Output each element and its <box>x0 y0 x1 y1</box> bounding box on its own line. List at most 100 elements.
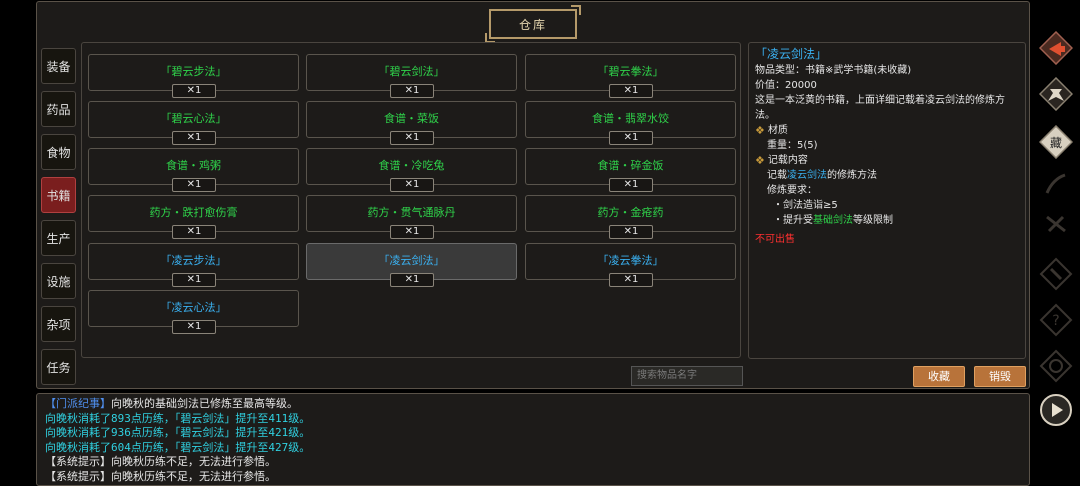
item-card[interactable]: 药方・跌打愈伤膏 ✕1 <box>88 195 299 239</box>
help-icon[interactable]: ? <box>1038 302 1074 338</box>
sect-icon[interactable] <box>1038 76 1074 112</box>
log-text: 向晚秋消耗了893点历练，「碧云剑法」提升至411级。 <box>45 411 311 425</box>
item-card[interactable]: 「凌云步法」 ✕1 <box>88 243 299 287</box>
item-count-badge: ✕1 <box>172 178 216 192</box>
material-section-header: ❖ 材质 <box>755 123 1019 138</box>
item-count-badge: ✕1 <box>390 225 434 239</box>
content-heading: 记载内容 <box>767 155 808 166</box>
item-detail-panel: 「凌云剑法」 物品类型：书籍※武学书籍(未收藏) 价值：20000 这是一本泛黄… <box>748 42 1026 359</box>
item-name: 「碧云剑法」 <box>378 65 445 78</box>
record-prefix: 记载 <box>767 170 787 181</box>
warehouse-panel: 仓库 装备 药品 食物 书籍 生产 设施 杂项 任务 「碧云步法」 ✕1 「碧云剑法… <box>36 1 1030 389</box>
item-name: 「碧云步法」 <box>160 65 227 78</box>
item-card[interactable]: 「凌云拳法」 ✕1 <box>525 243 736 287</box>
requirement-1: ・剑法造诣≥5 <box>773 200 838 211</box>
item-grid: 「碧云步法」 ✕1 「碧云剑法」 ✕1 「碧云拳法」 ✕1 「碧云心法」 ✕1 食谱・菜饭 ✕1 食… <box>81 42 741 358</box>
item-name: 「凌云剑法」 <box>378 254 445 267</box>
tab-label: 设施 <box>46 274 71 289</box>
req2-suffix: 等级限制 <box>853 215 893 226</box>
tab-label: 杂项 <box>46 317 71 332</box>
item-count-badge: ✕1 <box>172 273 216 287</box>
diamond-icon: ❖ <box>755 154 765 167</box>
svg-text:藏: 藏 <box>1050 136 1062 150</box>
calligraphy-icon-2[interactable] <box>1038 206 1074 242</box>
message-log: 【门派纪事】向晚秋的基础剑法已修炼至最高等级。 向晚秋消耗了893点历练，「碧云剑… <box>36 393 1030 486</box>
item-card[interactable]: 食谱・冷吃兔 ✕1 <box>306 148 517 192</box>
item-count-badge: ✕1 <box>390 131 434 145</box>
req2-skill-link: 基础剑法 <box>813 215 853 226</box>
item-name: 食谱・翡翠水饺 <box>592 112 669 125</box>
log-text: 向晚秋消耗了936点历练，「碧云剑法」提升至421级。 <box>45 426 311 439</box>
log-text: 向晚秋消耗了604点历练，「碧云剑法」提升至427级。 <box>45 440 311 454</box>
tab-production[interactable]: 生产 <box>41 220 76 256</box>
log-line: 【系统提示】向晚秋历练不足，无法进行参悟。 <box>45 455 1021 470</box>
tab-medicine[interactable]: 药品 <box>41 91 76 127</box>
log-line: 向晚秋消耗了604点历练，「碧云剑法」提升至427级。 <box>45 441 1021 456</box>
log-line: 【系统提示】向晚秋历练不足，无法进行参悟。 <box>45 470 1021 485</box>
log-text: 【系统提示】向晚秋历练不足，无法进行参悟。 <box>45 455 276 468</box>
tab-label: 任务 <box>46 360 71 375</box>
calligraphy-icon-3[interactable] <box>1038 256 1074 292</box>
item-card[interactable]: 药方・贯气通脉丹 ✕1 <box>306 195 517 239</box>
collect-button[interactable]: 收藏 <box>913 366 965 387</box>
tab-facilities[interactable]: 设施 <box>41 263 76 299</box>
tab-label: 装备 <box>46 59 71 74</box>
item-count-badge: ✕1 <box>172 320 216 334</box>
log-text: 【系统提示】向晚秋历练不足，无法进行参悟。 <box>45 469 276 483</box>
log-line: 【门派纪事】向晚秋的基础剑法已修炼至最高等级。 <box>45 397 1021 412</box>
tab-misc[interactable]: 杂项 <box>41 306 76 342</box>
item-name: 药方・贯气通脉丹 <box>367 206 456 219</box>
item-card[interactable]: 「碧云心法」 ✕1 <box>88 101 299 145</box>
tab-label: 食物 <box>46 145 71 160</box>
req2-prefix: ・提升受 <box>773 215 813 226</box>
item-card[interactable]: 「碧云步法」 ✕1 <box>88 54 299 98</box>
detail-record: 记载凌云剑法的修炼方法 <box>755 168 1019 183</box>
no-sell-label: 不可出售 <box>755 234 795 245</box>
item-count-badge: ✕1 <box>172 84 216 98</box>
item-count-badge: ✕1 <box>609 178 653 192</box>
item-card[interactable]: 「凌云剑法」 ✕1 <box>306 243 517 287</box>
item-card[interactable]: 「凌云心法」 ✕1 <box>88 290 299 334</box>
item-count-badge: ✕1 <box>172 225 216 239</box>
item-card[interactable]: 食谱・菜饭 ✕1 <box>306 101 517 145</box>
log-text: 向晚秋的基础剑法已修炼至最高等级。 <box>111 397 298 410</box>
tab-books[interactable]: 书籍 <box>41 177 76 213</box>
tab-label: 药品 <box>46 102 71 117</box>
settings-icon[interactable] <box>1038 348 1074 384</box>
item-count-badge: ✕1 <box>390 84 434 98</box>
item-card[interactable]: 食谱・碎金饭 ✕1 <box>525 148 736 192</box>
diamond-icon: ❖ <box>755 124 765 137</box>
warehouse-title-frame: 仓库 <box>485 5 581 43</box>
tab-equipment[interactable]: 装备 <box>41 48 76 84</box>
collection-icon[interactable]: 藏 <box>1038 124 1074 160</box>
detail-price: 价值：20000 <box>755 80 817 91</box>
tab-quests[interactable]: 任务 <box>41 349 76 385</box>
item-name: 「凌云心法」 <box>160 301 227 314</box>
item-name: 食谱・菜饭 <box>384 112 439 125</box>
item-count-badge: ✕1 <box>609 131 653 145</box>
item-name: 食谱・鸡粥 <box>166 159 221 172</box>
item-count-badge: ✕1 <box>609 225 653 239</box>
content-section-header: ❖ 记载内容 <box>755 153 1019 168</box>
item-card[interactable]: 「碧云剑法」 ✕1 <box>306 54 517 98</box>
item-name: 「凌云步法」 <box>160 254 227 267</box>
item-card[interactable]: 食谱・鸡粥 ✕1 <box>88 148 299 192</box>
log-line: 向晚秋消耗了936点历练，「碧云剑法」提升至421级。 <box>45 426 1021 441</box>
detail-description: 这是一本泛黄的书籍，上面详细记载着凌云剑法的修炼方法。 <box>755 95 1005 121</box>
item-card[interactable]: 「碧云拳法」 ✕1 <box>525 54 736 98</box>
back-arrow-icon[interactable] <box>1038 30 1074 66</box>
destroy-button[interactable]: 销毁 <box>974 366 1026 387</box>
record-suffix: 的修炼方法 <box>827 170 877 181</box>
search-input[interactable]: 搜索物品名字 <box>631 366 743 386</box>
item-card[interactable]: 食谱・翡翠水饺 ✕1 <box>525 101 736 145</box>
requirements-heading: 修炼要求： <box>767 185 817 196</box>
item-name: 「碧云拳法」 <box>597 65 664 78</box>
log-tag: 【门派纪事】 <box>45 397 111 410</box>
tab-food[interactable]: 食物 <box>41 134 76 170</box>
material-heading: 材质 <box>767 125 788 136</box>
record-skill-link: 凌云剑法 <box>787 170 827 181</box>
play-icon[interactable] <box>1038 392 1074 428</box>
calligraphy-icon-1[interactable] <box>1038 166 1074 202</box>
item-card[interactable]: 药方・金疮药 ✕1 <box>525 195 736 239</box>
item-count-badge: ✕1 <box>390 273 434 287</box>
